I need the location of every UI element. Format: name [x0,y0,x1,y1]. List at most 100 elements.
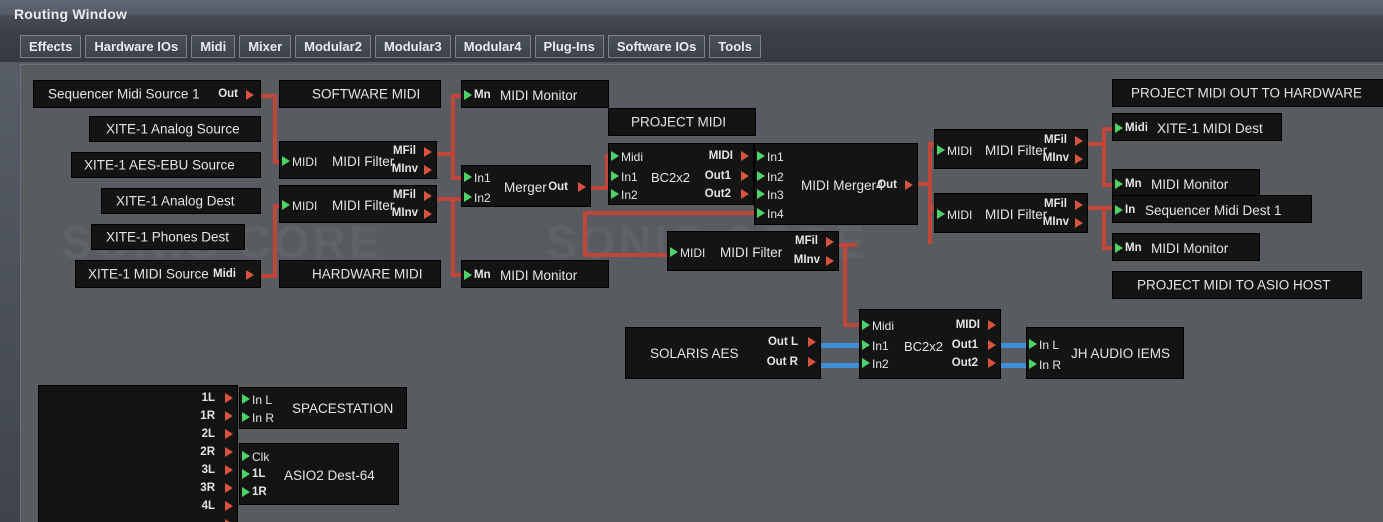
input-port-arrow-icon[interactable] [242,451,250,461]
input-port-arrow-icon[interactable] [282,200,290,210]
tab-effects[interactable]: Effects [20,34,82,58]
output-port-arrow-icon[interactable] [578,182,586,192]
routing-canvas[interactable]: SONIC CORE SONIC CORE [20,64,1383,522]
input-port-arrow-icon[interactable] [862,358,870,368]
input-port-arrow-icon[interactable] [862,340,870,350]
block-xite-phones-dest[interactable]: XITE-1 Phones Dest [91,224,245,250]
input-port-arrow-icon[interactable] [464,90,472,100]
tab-hardware-ios[interactable]: Hardware IOs [85,34,188,58]
output-port-arrow-icon[interactable] [988,358,996,368]
output-port-arrow-icon[interactable] [1075,136,1083,146]
block-midi-filter-e[interactable]: MIDI MIDI Filter MFil MInv [934,193,1088,233]
block-merger[interactable]: In1 In2 Merger Out [461,165,591,207]
block-midi-monitor-3[interactable]: Mn MIDI Monitor [1112,169,1260,197]
block-hardware-midi[interactable]: HARDWARE MIDI [279,260,441,288]
tab-modular3[interactable]: Modular3 [374,34,451,58]
block-midi-monitor-2[interactable]: Mn MIDI Monitor [461,260,609,288]
tab-software-ios[interactable]: Software IOs [607,34,706,58]
block-xite-analog-dest[interactable]: XITE-1 Analog Dest [101,188,261,214]
block-software-midi[interactable]: SOFTWARE MIDI [279,80,441,108]
input-port-arrow-icon[interactable] [464,270,472,280]
input-port-arrow-icon[interactable] [937,145,945,155]
input-port-arrow-icon[interactable] [242,487,250,497]
block-sequencer-midi-dest-1[interactable]: In Sequencer Midi Dest 1 [1112,195,1312,223]
output-port-arrow-icon[interactable] [1075,200,1083,210]
input-port-arrow-icon[interactable] [670,247,678,257]
block-asio2-dest-64[interactable]: Clk 1L 1R ASIO2 Dest-64 [239,443,399,505]
input-port-arrow-icon[interactable] [757,151,765,161]
input-port-arrow-icon[interactable] [757,189,765,199]
input-port-arrow-icon[interactable] [757,208,765,218]
block-solaris-aes[interactable]: SOLARIS AES Out L Out R [625,327,821,379]
block-midi-monitor-1[interactable]: Mn MIDI Monitor [461,80,609,108]
output-port-arrow-icon[interactable] [808,357,816,367]
output-port-arrow-icon[interactable] [988,340,996,350]
input-port-arrow-icon[interactable] [1115,179,1123,189]
output-port-arrow-icon[interactable] [826,237,834,247]
output-port-arrow-icon[interactable] [246,270,254,280]
input-port-arrow-icon[interactable] [242,412,250,422]
block-xite-midi-source[interactable]: XITE-1 MIDI Source Midi [75,260,261,288]
input-port-arrow-icon[interactable] [1115,123,1123,133]
output-port-arrow-icon[interactable] [741,171,749,181]
output-port-arrow-icon[interactable] [424,209,432,219]
block-midi-filter-a[interactable]: MIDI MIDI Filter MFil MInv [279,141,437,179]
input-port-arrow-icon[interactable] [464,192,472,202]
input-port-arrow-icon[interactable] [1115,243,1123,253]
output-port-arrow-icon[interactable] [988,320,996,330]
block-spacestation[interactable]: In L In R SPACESTATION [239,387,407,429]
input-port-arrow-icon[interactable] [464,172,472,182]
block-midi-filter-b[interactable]: MIDI MIDI Filter MFil MInv [279,185,437,223]
output-port-arrow-icon[interactable] [225,393,233,403]
tab-plug-ins[interactable]: Plug-Ins [534,34,604,58]
block-midi-filter-d[interactable]: MIDI MIDI Filter MFil MInv [934,129,1088,169]
block-midi-filter-c[interactable]: MIDI MIDI Filter MFil MInv [667,231,839,271]
block-xite-aes-ebu-source[interactable]: XITE-1 AES-EBU Source [71,152,261,178]
input-port-arrow-icon[interactable] [611,189,619,199]
output-port-arrow-icon[interactable] [905,180,913,190]
input-port-arrow-icon[interactable] [1029,339,1037,349]
output-port-arrow-icon[interactable] [1075,218,1083,228]
output-port-arrow-icon[interactable] [424,191,432,201]
output-port-arrow-icon[interactable] [225,447,233,457]
output-port-arrow-icon[interactable] [1075,154,1083,164]
block-sequencer-midi-source-1[interactable]: Sequencer Midi Source 1 Out [33,80,261,108]
block-project-midi[interactable]: PROJECT MIDI [608,108,756,136]
block-midi-monitor-4[interactable]: Mn MIDI Monitor [1112,233,1260,261]
input-port-arrow-icon[interactable] [757,171,765,181]
block-jh-audio-iems[interactable]: In L In R JH AUDIO IEMS [1026,327,1184,379]
input-port-arrow-icon[interactable] [937,209,945,219]
output-port-arrow-icon[interactable] [225,429,233,439]
block-source-matrix[interactable]: 1L 1R 2L 2R 3L 3R 4L [38,385,238,522]
block-midi-merger4[interactable]: In1 In2 In3 In4 MIDI Merger4 Out [754,143,918,225]
output-port-arrow-icon[interactable] [225,501,233,511]
tab-modular2[interactable]: Modular2 [295,34,371,58]
output-port-arrow-icon[interactable] [741,151,749,161]
block-xite-midi-dest[interactable]: Midi XITE-1 MIDI Dest [1112,113,1282,141]
output-port-arrow-icon[interactable] [225,465,233,475]
input-port-arrow-icon[interactable] [1029,359,1037,369]
output-port-arrow-icon[interactable] [225,411,233,421]
tab-modular4[interactable]: Modular4 [454,34,531,58]
input-port-arrow-icon[interactable] [611,151,619,161]
output-port-arrow-icon[interactable] [225,483,233,493]
block-project-midi-to-asio-host[interactable]: PROJECT MIDI TO ASIO HOST [1112,271,1362,299]
output-port-arrow-icon[interactable] [246,90,254,100]
block-bc2x2-bottom[interactable]: Midi In1 In2 BC2x2 MIDI Out1 Out2 [859,309,1001,379]
input-port-arrow-icon[interactable] [282,156,290,166]
tab-mixer[interactable]: Mixer [239,34,292,58]
input-port-arrow-icon[interactable] [242,469,250,479]
output-port-arrow-icon[interactable] [826,256,834,266]
block-xite-analog-source[interactable]: XITE-1 Analog Source [89,116,261,142]
tab-midi[interactable]: Midi [191,34,236,58]
input-port-arrow-icon[interactable] [242,394,250,404]
input-port-arrow-icon[interactable] [611,171,619,181]
output-port-arrow-icon[interactable] [808,337,816,347]
output-port-arrow-icon[interactable] [424,147,432,157]
block-project-midi-out-to-hardware[interactable]: PROJECT MIDI OUT TO HARDWARE [1112,79,1383,107]
input-port-arrow-icon[interactable] [862,320,870,330]
tab-tools[interactable]: Tools [709,34,761,58]
block-bc2x2-top[interactable]: Midi In1 In2 BC2x2 MIDI Out1 Out2 [608,143,754,205]
output-port-arrow-icon[interactable] [424,165,432,175]
input-port-arrow-icon[interactable] [1115,205,1123,215]
